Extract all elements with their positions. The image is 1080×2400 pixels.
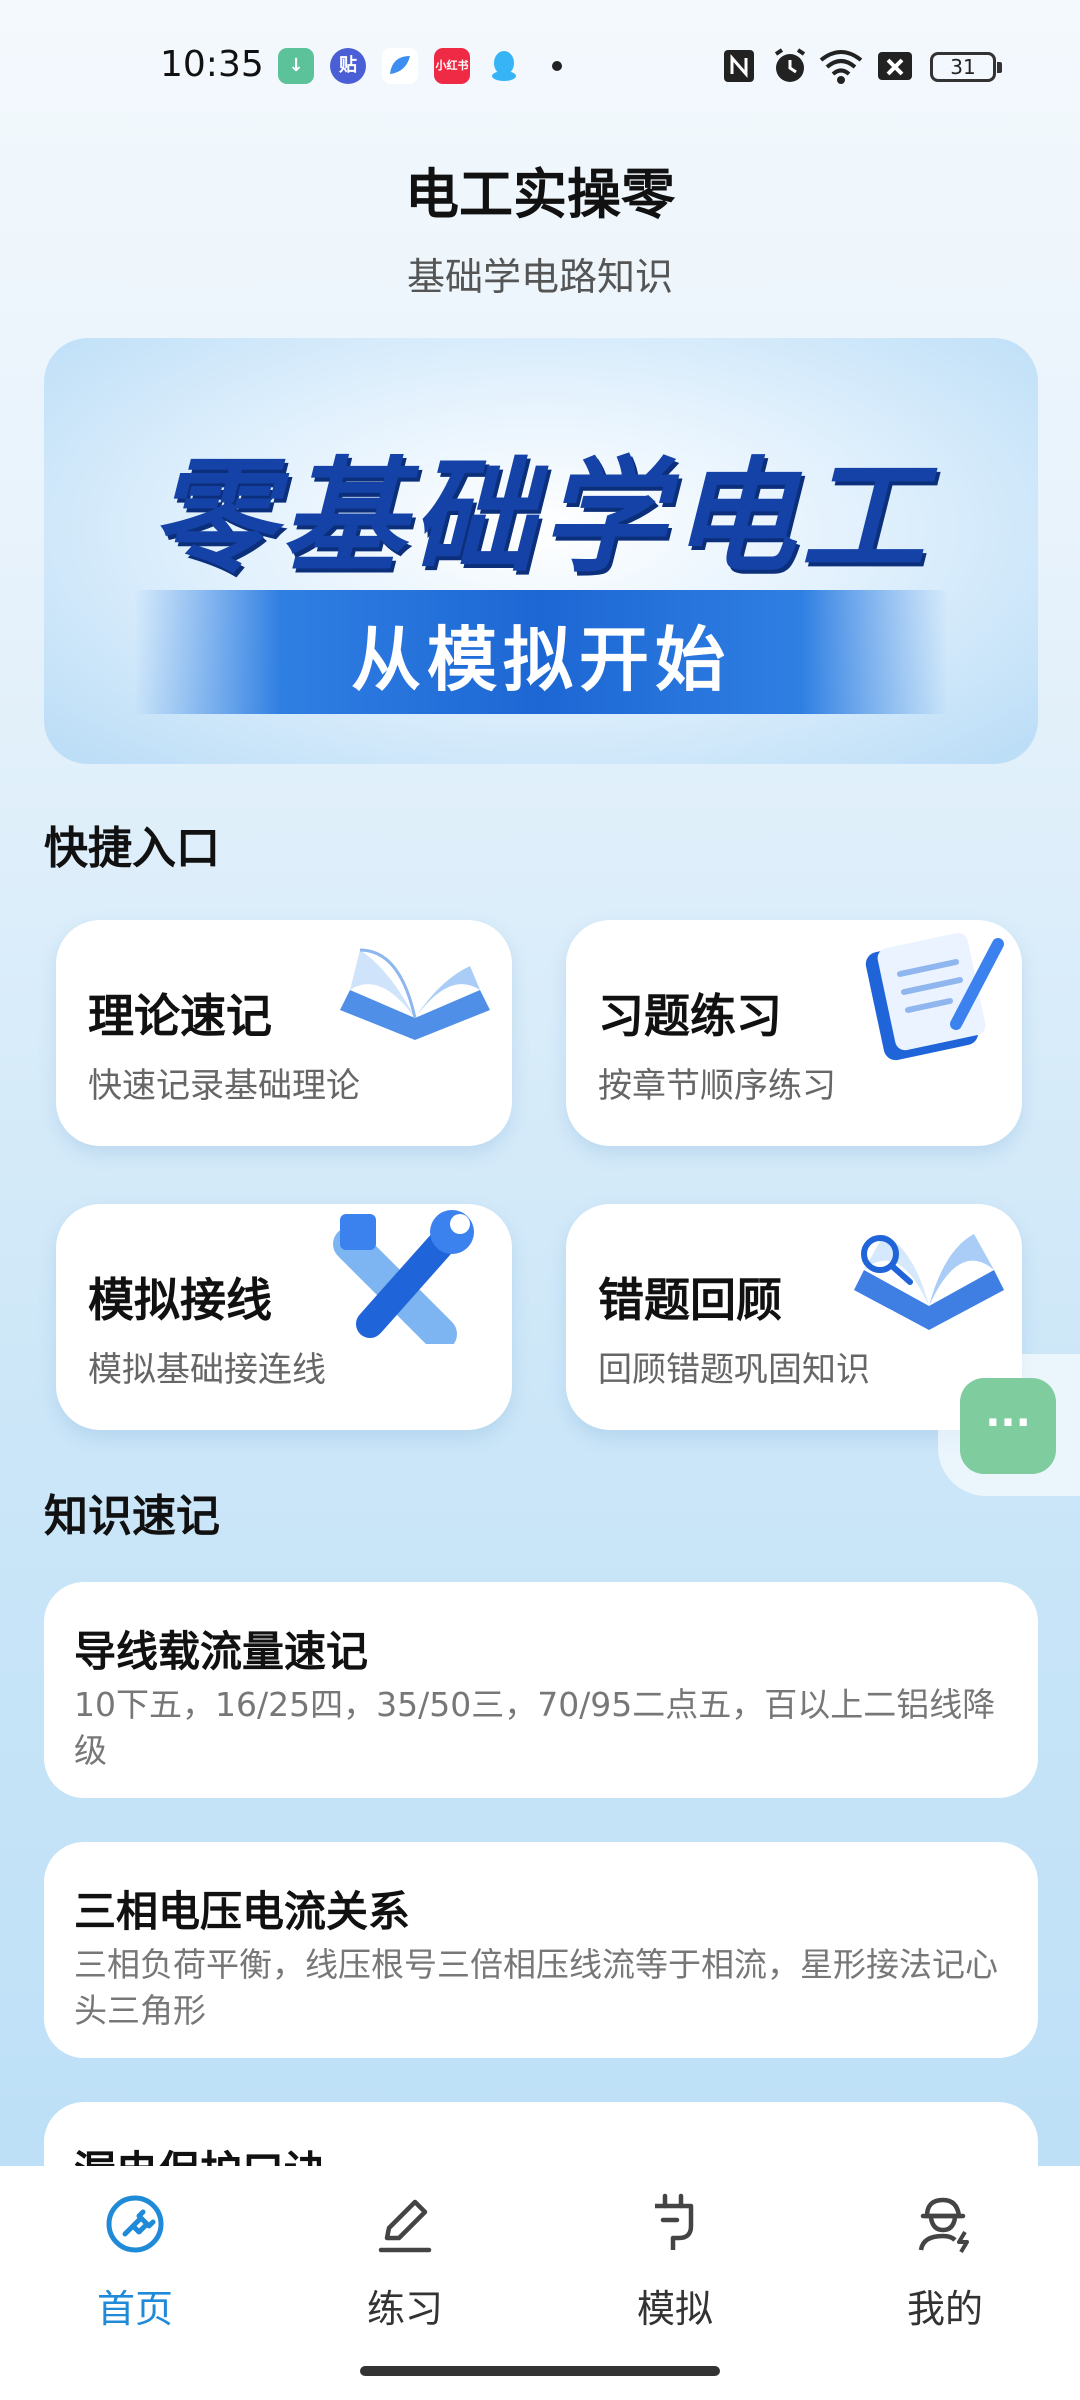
knowledge-card-desc: 三相负荷平衡，线压根号三倍相压线流等于相流，星形接法记心头三角形 — [74, 1945, 998, 2030]
floating-more-button[interactable]: ··· — [960, 1378, 1056, 1474]
notebook-pen-icon — [865, 933, 1004, 1061]
status-time: 10:35 — [160, 44, 264, 85]
browser-icon — [382, 48, 418, 84]
quick-entry-title: 快捷入口 — [44, 823, 220, 874]
knowledge-card-title: 导线载流量速记 — [74, 1627, 369, 1676]
pencil-icon — [378, 2199, 432, 2253]
quick-card-desc: 回顾错题巩固知识 — [598, 1350, 870, 1390]
quick-card-desc: 模拟基础接连线 — [88, 1350, 326, 1390]
status-bar: 10:35 ↓ 贴 小红书 31 — [0, 0, 1080, 134]
app-title: 电工实操零 — [405, 163, 675, 226]
quick-card-title: 理论速记 — [88, 989, 272, 1043]
book-magnifier-icon — [854, 1234, 1004, 1330]
plug-icon — [655, 2193, 694, 2250]
xiaohongshu-icon: 小红书 — [434, 48, 470, 84]
banner-subtitle: 从模拟开始 — [351, 619, 731, 701]
nfc-icon — [722, 46, 758, 86]
bottom-nav: 首页 练习 模拟 我的 — [0, 2166, 1080, 2400]
knowledge-card-title: 三相电压电流关系 — [74, 1887, 411, 1936]
nav-label: 我的 — [906, 2287, 983, 2331]
nav-simulate[interactable]: 模拟 — [540, 2166, 810, 2366]
home-indicator[interactable] — [360, 2366, 720, 2376]
knowledge-card[interactable]: 导线载流量速记 10下五，16/25四，35/50三，70/95二点五，百以上二… — [44, 1582, 1038, 1798]
worker-helmet-icon — [918, 2197, 969, 2254]
quick-card-desc: 按章节顺序练习 — [598, 1066, 836, 1106]
quick-card-title: 模拟接线 — [88, 1273, 272, 1327]
nav-label: 模拟 — [636, 2287, 713, 2331]
tieba-icon: 贴 — [330, 48, 366, 84]
download-icon: ↓ — [278, 48, 314, 84]
quick-card-desc: 快速记录基础理论 — [88, 1066, 360, 1106]
banner-title: 零基础学电工 — [150, 446, 931, 590]
tools-icon — [333, 1210, 474, 1344]
nav-home[interactable]: 首页 — [0, 2166, 270, 2366]
app-subtitle: 基础学电路知识 — [406, 255, 673, 299]
quick-card-title: 习题练习 — [598, 989, 782, 1043]
battery-icon: 31 — [930, 52, 1002, 82]
qq-icon — [486, 48, 522, 84]
hero-banner[interactable]: 零基础学电工 从模拟开始 — [44, 338, 1038, 764]
nav-label: 练习 — [366, 2287, 443, 2331]
knowledge-card-desc: 10下五，16/25四，35/50三，70/95二点五，百以上二铝线降级 — [74, 1685, 996, 1770]
quick-card-title: 错题回顾 — [598, 1273, 782, 1327]
nav-label: 首页 — [96, 2287, 173, 2331]
wifi-icon — [818, 46, 864, 86]
knowledge-card[interactable]: 三相电压电流关系 三相负荷平衡，线压根号三倍相压线流等于相流，星形接法记心头三角… — [44, 1842, 1038, 2058]
knowledge-title: 知识速记 — [44, 1491, 220, 1542]
sim-off-icon — [876, 46, 916, 86]
alarm-icon — [770, 46, 810, 86]
floating-menu: ··· — [938, 1354, 1080, 1496]
more-notifications-dot — [552, 61, 562, 71]
nav-profile[interactable]: 我的 — [810, 2166, 1080, 2366]
open-book-icon — [340, 948, 490, 1040]
nav-practice[interactable]: 练习 — [270, 2166, 540, 2366]
home-plug-icon — [106, 2195, 164, 2253]
